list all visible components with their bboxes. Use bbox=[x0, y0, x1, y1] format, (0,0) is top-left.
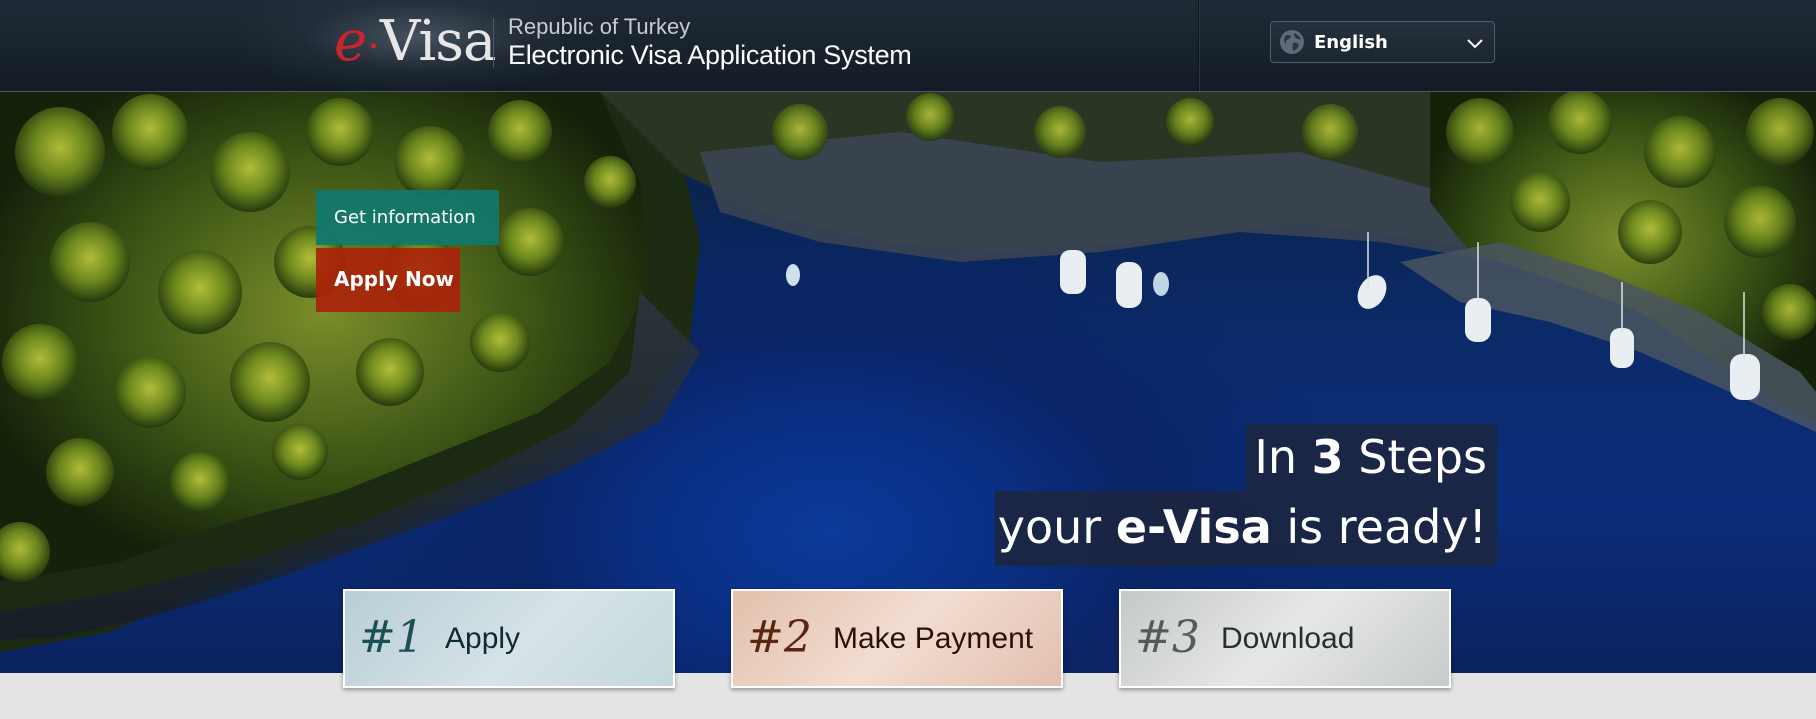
tagline-2-pre: your bbox=[997, 500, 1116, 554]
language-label: English bbox=[1314, 32, 1388, 53]
evisa-logo[interactable]: e · Visa bbox=[334, 9, 496, 74]
step-label: Apply bbox=[445, 622, 521, 655]
header-separator bbox=[1198, 0, 1199, 91]
step-label: Download bbox=[1221, 622, 1355, 655]
header-title: Electronic Visa Application System bbox=[508, 40, 912, 70]
apply-now-button[interactable]: Apply Now bbox=[316, 248, 460, 312]
step-download-card[interactable]: #3 Download bbox=[1119, 589, 1451, 688]
chevron-down-icon bbox=[1467, 39, 1483, 49]
step-number: #1 bbox=[359, 612, 424, 663]
globe-icon bbox=[1280, 30, 1304, 54]
hero-background-image bbox=[0, 92, 1816, 652]
tagline-line-2: your e-Visa is ready! bbox=[995, 491, 1497, 566]
tagline-2-post: is ready! bbox=[1271, 500, 1487, 554]
get-information-button[interactable]: Get information bbox=[316, 190, 499, 245]
hero-banner: Get information Apply Now bbox=[0, 92, 1816, 673]
tagline-1-pre: In bbox=[1254, 430, 1312, 484]
step-number: #2 bbox=[747, 612, 812, 663]
site-header: e · Visa Republic of Turkey Electronic Vis… bbox=[0, 0, 1816, 92]
logo-visa: Visa bbox=[379, 9, 496, 74]
header-subtitle: Republic of Turkey bbox=[508, 14, 691, 39]
logo-dot: · bbox=[367, 24, 380, 70]
tagline-1-bold: 3 bbox=[1311, 430, 1344, 484]
logo-divider bbox=[493, 18, 494, 68]
tagline-line-1: In 3 Steps bbox=[1246, 424, 1497, 491]
step-label: Make Payment bbox=[833, 622, 1034, 655]
tagline-1-post: Steps bbox=[1343, 430, 1487, 484]
tagline-2-bold: e-Visa bbox=[1115, 500, 1272, 554]
step-number: #3 bbox=[1135, 612, 1200, 663]
step-apply-card[interactable]: #1 Apply bbox=[343, 589, 675, 688]
step-make-payment-card[interactable]: #2 Make Payment bbox=[731, 589, 1063, 688]
language-select[interactable]: English bbox=[1270, 21, 1495, 63]
logo-e: e bbox=[334, 9, 367, 74]
